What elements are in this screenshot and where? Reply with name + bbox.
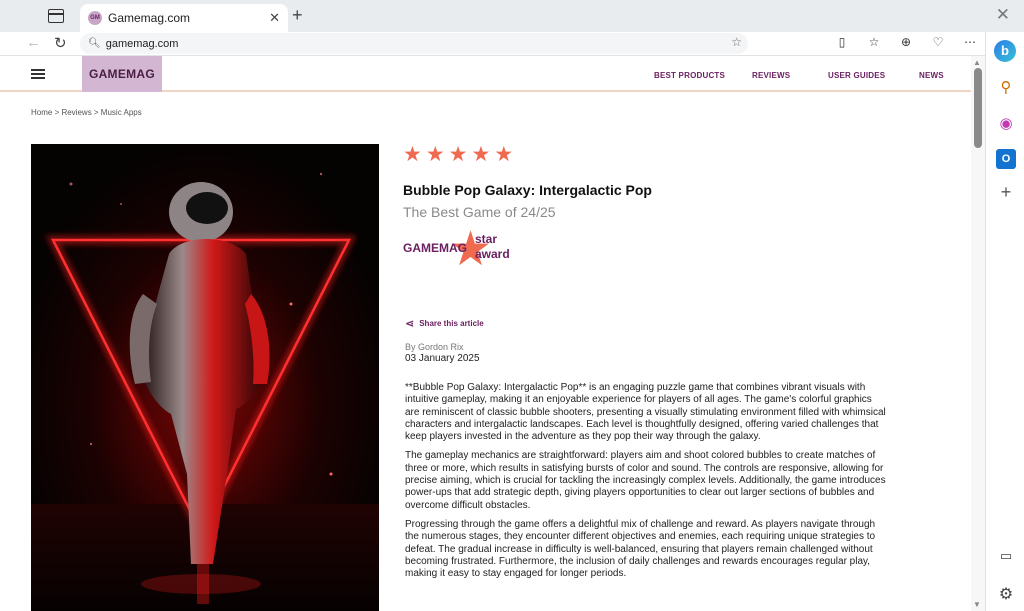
award-label: star award (475, 232, 510, 261)
reading-view-icon[interactable]: ▯ (834, 35, 850, 49)
rating-star-icon: ★ (403, 143, 422, 166)
sidebar-panel-icon[interactable]: ▭ (996, 548, 1016, 568)
new-tab-icon[interactable]: + (292, 5, 303, 26)
settings-icon[interactable]: ⚙ (996, 584, 1016, 604)
nav-best-products[interactable]: BEST PRODUCTS (654, 71, 725, 80)
share-article-link[interactable]: ⋖ Share this article (405, 317, 484, 330)
add-icon[interactable]: + (996, 182, 1016, 202)
outlook-icon[interactable]: O (996, 149, 1016, 169)
address-text[interactable]: gamemag.com (106, 38, 179, 50)
site-favicon-icon: GM (88, 11, 102, 25)
address-bar[interactable]: 🔍︎ gamemag.com ☆ (80, 33, 748, 54)
article-body: **Bubble Pop Galaxy: Intergalactic Pop**… (405, 382, 889, 587)
tab-title: Gamemag.com (108, 11, 191, 25)
site-header: GAMEMAG BEST PRODUCTS REVIEWS USER GUIDE… (0, 56, 971, 92)
article-title: Bubble Pop Galaxy: Intergalactic Pop (403, 182, 652, 198)
favorites-icon[interactable]: ☆ (866, 35, 882, 49)
rating-star-icon: ★ (494, 143, 514, 166)
more-options-icon[interactable]: ⋯ (962, 35, 978, 49)
astronaut-neon-illustration (31, 144, 379, 611)
article-subtitle: The Best Game of 24/25 (403, 204, 556, 220)
nav-reviews[interactable]: REVIEWS (752, 71, 790, 80)
search-icon: 🔍︎ (88, 38, 101, 49)
breadcrumb[interactable]: Home > Reviews > Music Apps (31, 108, 142, 117)
microsoft365-icon[interactable]: ◉ (996, 114, 1016, 134)
article-paragraph: Progressing through the game offers a de… (405, 518, 876, 580)
scroll-up-icon[interactable]: ▲ (973, 58, 981, 67)
site-logo[interactable]: GAMEMAG (82, 56, 162, 92)
edge-sidebar: b ⚲ ◉ O + ▭ ⚙ (985, 32, 1024, 611)
star-rating: ★ ★ ★ ★ ★ (403, 144, 513, 166)
scroll-thumb[interactable] (974, 68, 982, 148)
page-scrollbar[interactable]: ▲ ▼ (971, 56, 985, 611)
reload-icon[interactable]: ↻ (54, 34, 67, 52)
article-author[interactable]: By Gordon Rix (405, 342, 464, 352)
search-icon[interactable]: ⚲ (996, 78, 1016, 98)
close-tab-icon[interactable]: ✕ (269, 10, 280, 26)
webpage: GAMEMAG BEST PRODUCTS REVIEWS USER GUIDE… (0, 56, 971, 611)
collections-icon[interactable]: ⊕ (898, 35, 914, 49)
article-date: 03 January 2025 (405, 353, 480, 364)
browser-essentials-icon[interactable]: ♡ (930, 35, 946, 49)
hero-image (31, 144, 379, 611)
window-close-icon[interactable]: ✕ (996, 5, 1010, 25)
rating-star-icon: ★ (471, 143, 491, 166)
share-label: Share this article (419, 319, 484, 328)
browser-tab[interactable]: GM Gamemag.com ✕ (80, 4, 288, 32)
award-badge: ★ GAMEMAG star award (403, 226, 519, 274)
nav-user-guides[interactable]: USER GUIDES (828, 71, 885, 80)
browser-titlebar: GM Gamemag.com ✕ + ✕ (0, 0, 1024, 32)
favorite-star-icon[interactable]: ☆ (731, 35, 742, 49)
nav-news[interactable]: NEWS (919, 71, 944, 80)
rating-star-icon: ★ (448, 143, 468, 166)
tab-actions-icon[interactable] (48, 9, 64, 23)
share-icon: ⋖ (405, 318, 415, 330)
award-brand: GAMEMAG (403, 241, 467, 255)
back-arrow-icon[interactable]: ← (26, 34, 41, 51)
scroll-down-icon[interactable]: ▼ (973, 600, 981, 609)
rating-star-icon: ★ (425, 143, 445, 166)
article-paragraph: **Bubble Pop Galaxy: Intergalactic Pop**… (405, 382, 886, 443)
menu-icon[interactable] (31, 69, 45, 79)
browser-toolbar: ← ↻ 🔍︎ gamemag.com ☆ ▯ ☆ ⊕ ♡ ⋯ (0, 32, 985, 56)
article-paragraph: The gameplay mechanics are straightforwa… (405, 450, 886, 511)
bing-copilot-icon[interactable]: b (994, 40, 1016, 62)
